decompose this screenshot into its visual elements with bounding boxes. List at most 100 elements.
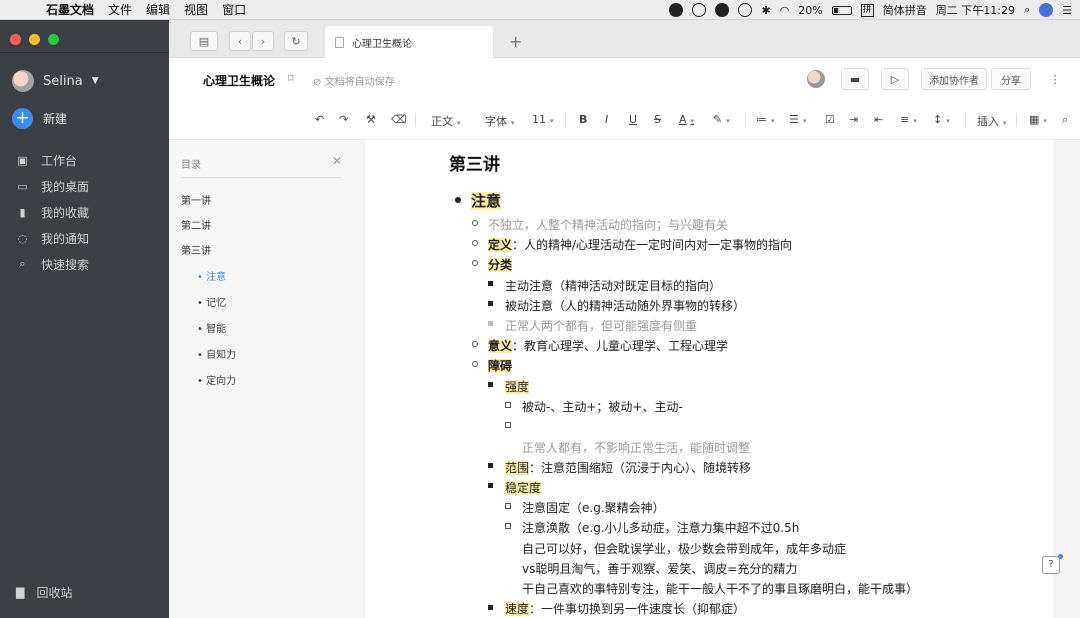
zoom-window-button[interactable] [48, 34, 59, 45]
insert-menu[interactable]: 插入 [977, 113, 1007, 129]
close-icon[interactable]: ✕ [332, 154, 342, 168]
underline-button[interactable]: U [629, 113, 637, 126]
minimize-window-button[interactable] [29, 34, 40, 45]
list-item[interactable]: 正常人都有，不影响正常生活，能随时调整 [522, 439, 750, 456]
new-document-button[interactable]: + 新建 [12, 108, 67, 129]
menu-window[interactable]: 窗口 [222, 1, 246, 18]
list-item-continuation[interactable]: vs聪明且淘气，善于观察、爱笑、调皮=充分的精力 [522, 560, 797, 577]
list-item[interactable]: 分类 [488, 256, 513, 273]
highlight-icon[interactable]: ✎ [713, 113, 730, 126]
clear-format-icon[interactable]: ⌫ [391, 113, 407, 126]
document-title[interactable]: 心理卫生概论 [203, 72, 275, 89]
format-painter-icon[interactable]: ⚒ [366, 113, 376, 126]
status-circle-icon[interactable] [738, 3, 753, 17]
wifi-icon[interactable]: ◠ [780, 4, 790, 17]
toc-subitem-attention[interactable]: • 注意 [197, 268, 226, 283]
siri-icon[interactable] [1039, 3, 1054, 17]
collaborator-avatar[interactable] [807, 70, 825, 88]
table-icon[interactable]: ▦ [1029, 113, 1047, 126]
redo-icon[interactable]: ↷ [339, 113, 348, 126]
ordered-list-icon[interactable]: ≔ [756, 113, 775, 126]
list-item[interactable]: 意义：教育心理学、儿童心理学、工程心理学 [488, 337, 728, 354]
list-item[interactable]: 主动注意（精神活动对既定目标的指向） [505, 277, 721, 294]
forward-button[interactable]: › [252, 31, 274, 51]
notification-dot [1058, 554, 1063, 559]
list-item-continuation[interactable]: 自己可以好，但会耽误学业，极少数会带到成年，成年多动症 [522, 540, 846, 557]
font-size-select[interactable]: 11 [532, 113, 554, 126]
present-button[interactable]: ▷ [881, 68, 909, 90]
toc-subitem-insight[interactable]: • 自知力 [197, 346, 236, 361]
more-button[interactable]: ⋮ [1041, 68, 1069, 90]
window-controls [10, 34, 59, 45]
notification-center-icon[interactable]: ☰ [1062, 4, 1072, 17]
add-collaborator-button[interactable]: 添加协作者 [921, 68, 987, 90]
list-item[interactable]: 正常人两个都有，但可能强度有侧重 [505, 317, 697, 334]
status-triangle-icon[interactable] [692, 3, 707, 17]
align-icon[interactable]: ≡ [900, 113, 917, 126]
reload-button[interactable]: ↻ [284, 31, 308, 51]
spotlight-icon[interactable]: ⌕ [1024, 3, 1030, 17]
bullet-list-icon[interactable]: ☰ [789, 113, 806, 126]
find-icon[interactable]: ⌕ [1062, 113, 1068, 127]
help-button[interactable]: ? [1042, 556, 1060, 574]
outdent-icon[interactable]: ⇤ [874, 113, 883, 126]
list-item[interactable]: 范围：注意范围缩短（沉浸于内心）、随境转移 [505, 459, 751, 476]
wechat-icon[interactable] [715, 3, 730, 17]
check-circle-icon: ⊘ [313, 77, 322, 88]
heading[interactable]: 第三讲 [449, 150, 500, 175]
comment-button[interactable]: ▬ [841, 68, 869, 90]
bookmark-icon[interactable]: ⌑ [288, 72, 294, 85]
menu-view[interactable]: 视图 [184, 1, 208, 18]
checklist-icon[interactable]: ☑ [825, 113, 835, 126]
close-window-button[interactable] [10, 34, 21, 45]
list-item[interactable]: 注意 [471, 190, 502, 211]
share-button[interactable]: 分享 [991, 68, 1031, 90]
user-menu[interactable]: Selina ▼ [12, 70, 99, 92]
toc-subitem-memory[interactable]: • 记忆 [197, 294, 226, 309]
status-app-icon[interactable] [669, 3, 684, 17]
list-item[interactable]: 被动注意（人的精神活动随外界事物的转移） [505, 297, 745, 314]
toc-subitem-intelligence[interactable]: • 智能 [197, 320, 226, 335]
list-item[interactable]: 不独立，人整个精神活动的指向；与兴趣有关 [488, 216, 728, 233]
sidebar-item-workbench[interactable]: ▣ 工作台 [16, 147, 89, 173]
menu-edit[interactable]: 编辑 [146, 1, 170, 18]
sidebar-item-trash[interactable]: ▇ 回收站 [16, 584, 72, 601]
battery-icon[interactable] [831, 5, 852, 15]
toc-subitem-orientation[interactable]: • 定向力 [197, 372, 236, 387]
sidebar-item-search[interactable]: ⌕ 快速搜索 [16, 251, 89, 277]
bluetooth-icon[interactable]: ✱ [761, 4, 770, 17]
indent-icon[interactable]: ⇥ [849, 113, 858, 126]
list-item[interactable]: 被动-、主动+；被动+、主动- [522, 398, 683, 415]
line-height-icon[interactable]: ↕ [933, 113, 950, 126]
menu-file[interactable]: 文件 [108, 1, 132, 18]
clock[interactable]: 周二 下午11:29 [936, 2, 1015, 18]
list-item[interactable]: 注意涣散（e.g.小儿多动症，注意力集中超不过0.5h [522, 519, 799, 536]
list-item-continuation[interactable]: 干自己喜欢的事特别专注，能干一般人干不了的事且琢磨明白，能干成事） [522, 580, 918, 597]
list-item[interactable]: 定义：人的精神/心理活动在一定时间内对一定事物的指向 [488, 236, 792, 253]
menu-app-name[interactable]: 石墨文档 [46, 1, 94, 18]
list-item[interactable]: 稳定度 [505, 479, 542, 496]
sidebar-item-favorites[interactable]: ▮ 我的收藏 [16, 199, 89, 225]
tab-document[interactable]: 心理卫生概论 [325, 26, 493, 58]
undo-icon[interactable]: ↶ [315, 113, 324, 126]
new-tab-button[interactable]: + [509, 32, 522, 51]
toc-item-lecture-1[interactable]: 第一讲 [181, 192, 211, 207]
list-item[interactable]: 强度 [505, 378, 530, 395]
list-item[interactable]: 注意固定（e.g.聚精会神） [522, 499, 665, 516]
list-item[interactable]: 障碍 [488, 357, 513, 374]
back-button[interactable]: ‹ [229, 31, 251, 51]
toc-item-lecture-2[interactable]: 第二讲 [181, 217, 211, 232]
italic-button[interactable]: I [605, 113, 608, 126]
font-color-button[interactable]: A [679, 113, 694, 126]
sidebar-item-notifications[interactable]: ◌ 我的通知 [16, 225, 89, 251]
ime-label[interactable]: 简体拼音 [883, 2, 927, 18]
toc-item-lecture-3[interactable]: 第三讲 [181, 242, 211, 257]
toggle-sidebar-button[interactable]: ▤ [190, 31, 218, 51]
ime-icon[interactable]: 拼 [860, 3, 874, 17]
bold-button[interactable]: B [579, 113, 587, 126]
paragraph-style-select[interactable]: 正文 [431, 113, 461, 129]
font-family-select[interactable]: 字体 [485, 113, 515, 129]
list-item[interactable]: 速度：一件事切换到另一件速度长（抑郁症） [505, 600, 745, 617]
sidebar-item-desktop[interactable]: ▭ 我的桌面 [16, 173, 89, 199]
strikethrough-button[interactable]: S [654, 113, 661, 126]
